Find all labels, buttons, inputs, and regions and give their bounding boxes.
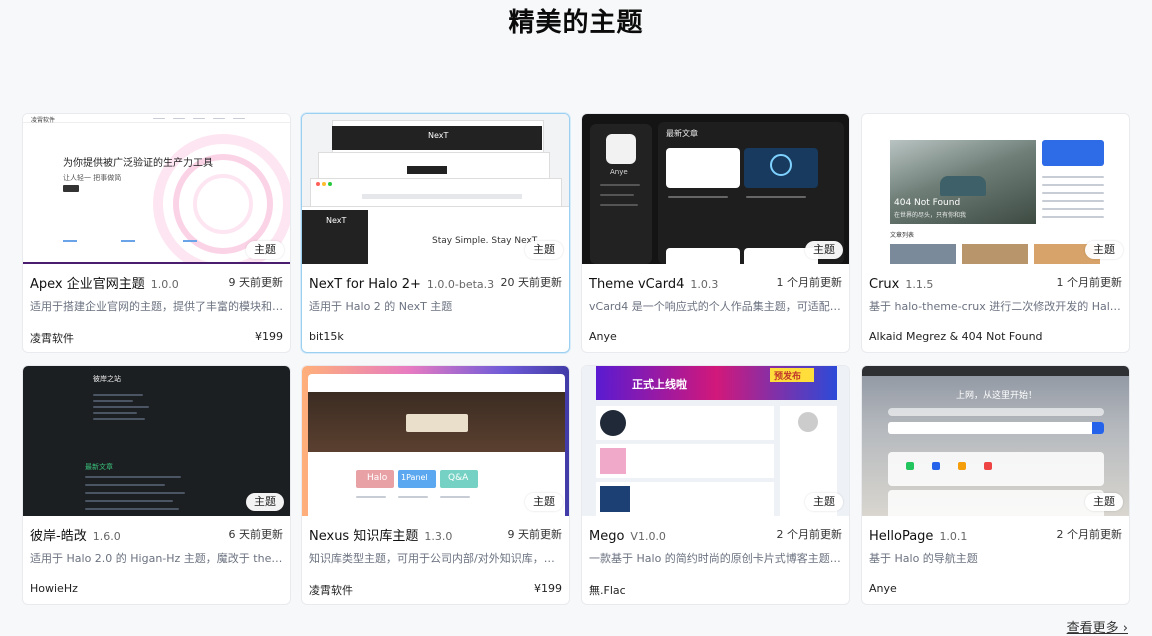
theme-author: 凌霄软件 (30, 332, 74, 345)
theme-name[interactable]: HelloPage (869, 529, 933, 544)
theme-description: 基于 halo-theme-crux 进行二次修改开发的 Halo … (869, 300, 1122, 313)
theme-name[interactable]: Theme vCard4 (589, 277, 684, 292)
theme-version: 1.0.0-beta.3 (426, 278, 495, 291)
theme-badge: 主题 (525, 241, 563, 259)
theme-version: V1.0.0 (630, 530, 666, 543)
theme-name[interactable]: 彼岸-皓改 (30, 529, 87, 544)
theme-author: 無.Flac (589, 584, 626, 597)
theme-updated: 2 个月前更新 (776, 528, 843, 541)
page-title: 精美的主题 (508, 8, 644, 38)
theme-card-vcard4[interactable]: Anye 最新文章 主题 Theme vCard4 1.0.3 1 个月前更新 v… (581, 113, 850, 353)
theme-updated: 20 天前更新 (500, 276, 563, 289)
theme-updated: 9 天前更新 (507, 528, 563, 541)
theme-description: vCard4 是一个响应式的个人作品集主题，可适配所… (589, 300, 842, 313)
theme-name[interactable]: NexT for Halo 2+ (309, 277, 421, 292)
theme-name[interactable]: Mego (589, 529, 624, 544)
theme-description: 适用于 Halo 2 的 NexT 主题 (309, 300, 453, 313)
theme-updated: 1 个月前更新 (1056, 276, 1123, 289)
theme-version: 1.0.3 (690, 278, 719, 291)
theme-badge: 主题 (805, 493, 843, 511)
theme-card-crux[interactable]: 404 Not Found 在世界的尽头，只有你和我 文章列表 主题 Crux 1… (861, 113, 1130, 353)
theme-description: 知识库类型主题，可用于公司内部/对外知识库，… (309, 552, 555, 565)
theme-card-nexus[interactable]: Halo 1Panel Q&A 主题 Nexus 知识库主题 1.3.0 9 天前… (301, 365, 570, 605)
theme-author: 凌霄软件 (309, 584, 353, 597)
theme-name[interactable]: Apex 企业官网主题 (30, 277, 145, 292)
theme-author: HowieHz (30, 582, 78, 595)
view-more-link[interactable]: 查看更多 › (1067, 617, 1128, 636)
theme-author: Alkaid Megrez & 404 Not Found (869, 330, 1043, 343)
theme-updated: 2 个月前更新 (1056, 528, 1123, 541)
theme-author: Anye (869, 582, 897, 595)
theme-description: 一款基于 Halo 的简约时尚的原创卡片式博客主题… (589, 552, 841, 565)
theme-card-hellopage[interactable]: 上网，从这里开始！ 主题 HelloPage 1.0.1 2 个月前更新 基于 H… (861, 365, 1130, 605)
theme-price: ¥199 (534, 582, 562, 595)
theme-name[interactable]: Crux (869, 277, 899, 292)
theme-badge: 主题 (246, 493, 284, 511)
theme-author: Anye (589, 330, 617, 343)
theme-price: ¥199 (255, 330, 283, 343)
theme-card-mego[interactable]: 正式上线啦 预发布 主题 Mego V1.0.0 2 个月前更新 一款基于 Hal… (581, 365, 850, 605)
theme-card-next[interactable]: NexT NexT Stay Simple. Stay NexT. 主题 Nex… (301, 113, 570, 353)
theme-version: 1.0.0 (150, 278, 179, 291)
theme-version: 1.0.1 (939, 530, 968, 543)
theme-updated: 9 天前更新 (228, 276, 284, 289)
theme-badge: 主题 (1085, 493, 1123, 511)
theme-version: 1.1.5 (905, 278, 934, 291)
theme-description: 适用于搭建企业官网的主题，提供了丰富的模块和… (30, 300, 283, 313)
theme-description: 适用于 Halo 2.0 的 Higan-Hz 主题，魔改于 them… (30, 552, 283, 565)
theme-badge: 主题 (805, 241, 843, 259)
theme-card-apex[interactable]: 凌霄软件 为你提供被广泛验证的生产力工具 让人轻一 把事做简 主题 Apex 企… (22, 113, 291, 353)
theme-badge: 主题 (246, 241, 284, 259)
theme-version: 1.6.0 (92, 530, 121, 543)
theme-badge: 主题 (525, 493, 563, 511)
theme-badge: 主题 (1085, 241, 1123, 259)
theme-updated: 6 天前更新 (228, 528, 284, 541)
theme-name[interactable]: Nexus 知识库主题 (309, 529, 418, 544)
theme-version: 1.3.0 (424, 530, 453, 543)
theme-description: 基于 Halo 的导航主题 (869, 552, 978, 565)
theme-updated: 1 个月前更新 (776, 276, 843, 289)
theme-author: bit15k (309, 330, 344, 343)
theme-card-higan[interactable]: 彼岸之站 最新文章 主题 彼岸-皓改 1.6.0 6 天前更新 适用于 Halo … (22, 365, 291, 605)
